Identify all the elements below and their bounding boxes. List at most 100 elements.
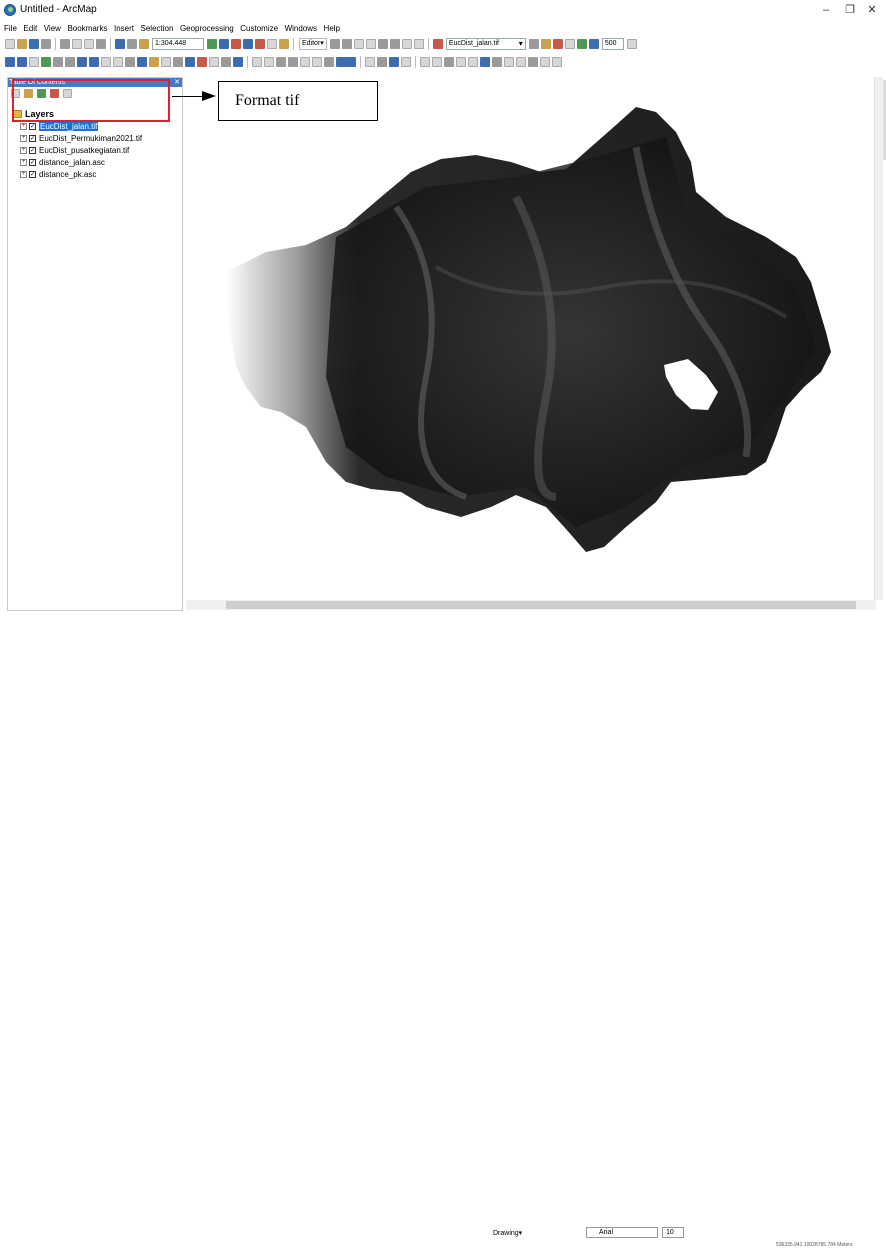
- visibility-checkbox[interactable]: ✓: [29, 146, 36, 154]
- snap-tool-a-icon[interactable]: [420, 57, 430, 67]
- image-analysis-icon[interactable]: [432, 39, 443, 49]
- cut-icon[interactable]: [60, 39, 70, 49]
- snap-tool-k-icon[interactable]: [540, 57, 550, 67]
- layout-tool-d-icon[interactable]: [401, 57, 411, 67]
- visibility-checkbox[interactable]: ✓: [29, 122, 36, 130]
- snap-tool-i-icon[interactable]: [516, 57, 526, 67]
- edit-tool-icon[interactable]: [329, 39, 340, 49]
- layer-name[interactable]: EucDist_jalan.tif: [39, 121, 99, 131]
- attributes-icon[interactable]: [401, 39, 412, 49]
- menu-insert[interactable]: Insert: [114, 23, 134, 35]
- layer-row-distance-jalan[interactable]: + ✓ distance_jalan.asc: [20, 156, 142, 168]
- arctoolbox-icon[interactable]: [255, 39, 265, 49]
- trace-icon[interactable]: [365, 39, 376, 49]
- print-icon[interactable]: [41, 39, 51, 49]
- snap-tool-j-icon[interactable]: [528, 57, 538, 67]
- expand-icon[interactable]: +: [20, 170, 27, 178]
- catalog-icon[interactable]: [231, 39, 241, 49]
- visibility-checkbox[interactable]: ✓: [29, 134, 36, 142]
- time-slider-icon[interactable]: [221, 57, 231, 67]
- toc-close-icon[interactable]: ✕: [174, 78, 180, 87]
- model-builder-icon[interactable]: [279, 39, 289, 49]
- menu-customize[interactable]: Customize: [240, 23, 278, 35]
- scroll-thumb[interactable]: [226, 601, 856, 609]
- expand-icon[interactable]: +: [20, 122, 27, 130]
- measure-tool-icon[interactable]: [173, 57, 183, 67]
- map-vertical-scrollbar[interactable]: [874, 77, 883, 600]
- pan-icon[interactable]: [29, 57, 39, 67]
- expand-icon[interactable]: +: [20, 146, 27, 154]
- snap-tool-c-icon[interactable]: [444, 57, 454, 67]
- effects-icon[interactable]: [552, 39, 563, 49]
- map-view[interactable]: [186, 77, 873, 600]
- layer-row-distance-pk[interactable]: + ✓ distance_pk.asc: [20, 168, 142, 180]
- copy-icon[interactable]: [72, 39, 82, 49]
- undo-icon[interactable]: [115, 39, 125, 49]
- georef-tool-d-icon[interactable]: [288, 57, 298, 67]
- paste-icon[interactable]: [84, 39, 94, 49]
- zoom-in-icon[interactable]: [5, 57, 15, 67]
- magnifier-icon[interactable]: [588, 39, 599, 49]
- new-document-icon[interactable]: [5, 39, 15, 49]
- full-extent-icon[interactable]: [41, 57, 51, 67]
- snap-tool-e-icon[interactable]: [468, 57, 478, 67]
- search-window-icon[interactable]: [243, 39, 253, 49]
- editor-toolbar-icon[interactable]: [207, 39, 217, 49]
- layer-row-eucdist-permukiman[interactable]: + ✓ EucDist_Permukiman2021.tif: [20, 132, 142, 144]
- split-icon[interactable]: [377, 39, 388, 49]
- menu-selection[interactable]: Selection: [141, 23, 174, 35]
- select-elements-icon[interactable]: [125, 57, 135, 67]
- snap-tool-d-icon[interactable]: [456, 57, 466, 67]
- python-icon[interactable]: [267, 39, 277, 49]
- expand-icon[interactable]: +: [20, 158, 27, 166]
- find-icon[interactable]: [185, 57, 195, 67]
- font-size-dropdown[interactable]: 10: [662, 1227, 684, 1238]
- spin-icon[interactable]: [626, 39, 637, 49]
- menu-file[interactable]: File: [4, 23, 17, 35]
- menu-view[interactable]: View: [44, 23, 61, 35]
- sketch-properties-icon[interactable]: [413, 39, 424, 49]
- measure-icon[interactable]: [576, 39, 587, 49]
- snap-tool-h-icon[interactable]: [504, 57, 514, 67]
- layer-dropdown[interactable]: EucDist_jalan.tif: [445, 38, 526, 50]
- layer-name[interactable]: distance_jalan.asc: [39, 158, 105, 167]
- menu-edit[interactable]: Edit: [23, 23, 37, 35]
- georef-tool-a-icon[interactable]: [252, 57, 262, 67]
- delete-icon[interactable]: [96, 39, 106, 49]
- html-popup-icon[interactable]: [161, 57, 171, 67]
- layout-tool-c-icon[interactable]: [389, 57, 399, 67]
- layer-name[interactable]: EucDist_pusatkegiatan.tif: [39, 146, 129, 155]
- expand-icon[interactable]: +: [20, 134, 27, 142]
- goto-xy-icon[interactable]: [209, 57, 219, 67]
- contrast-icon[interactable]: [528, 39, 539, 49]
- forward-extent-icon[interactable]: [89, 57, 99, 67]
- find-route-icon[interactable]: [197, 57, 207, 67]
- snap-tool-g-icon[interactable]: [492, 57, 502, 67]
- brightness-icon[interactable]: [540, 39, 551, 49]
- menu-bookmarks[interactable]: Bookmarks: [67, 23, 107, 35]
- georef-tool-f-icon[interactable]: [312, 57, 322, 67]
- zoom-out-icon[interactable]: [17, 57, 27, 67]
- select-features-icon[interactable]: [101, 57, 111, 67]
- snap-tool-l-icon[interactable]: [552, 57, 562, 67]
- georef-tool-b-icon[interactable]: [264, 57, 274, 67]
- editor-menu[interactable]: Editor▾: [299, 38, 327, 50]
- font-dropdown[interactable]: Arial: [586, 1227, 658, 1238]
- close-button[interactable]: ✕: [862, 3, 882, 17]
- identify-icon[interactable]: [137, 57, 147, 67]
- maximize-button[interactable]: ❐: [840, 3, 860, 17]
- menu-geoprocessing[interactable]: Geoprocessing: [180, 23, 234, 35]
- snap-tool-b-icon[interactable]: [432, 57, 442, 67]
- layout-tool-a-icon[interactable]: [365, 57, 375, 67]
- straight-segment-icon[interactable]: [353, 39, 364, 49]
- transparency-input[interactable]: 500: [601, 38, 624, 50]
- layout-tool-b-icon[interactable]: [377, 57, 387, 67]
- sketch-icon[interactable]: [341, 39, 352, 49]
- menu-help[interactable]: Help: [324, 23, 340, 35]
- layer-name[interactable]: distance_pk.asc: [39, 170, 96, 179]
- swipe-icon[interactable]: [564, 39, 575, 49]
- georef-tool-c-icon[interactable]: [276, 57, 286, 67]
- open-icon[interactable]: [17, 39, 27, 49]
- map-scale-input[interactable]: 1:304.448: [152, 38, 204, 50]
- clear-selection-icon[interactable]: [113, 57, 123, 67]
